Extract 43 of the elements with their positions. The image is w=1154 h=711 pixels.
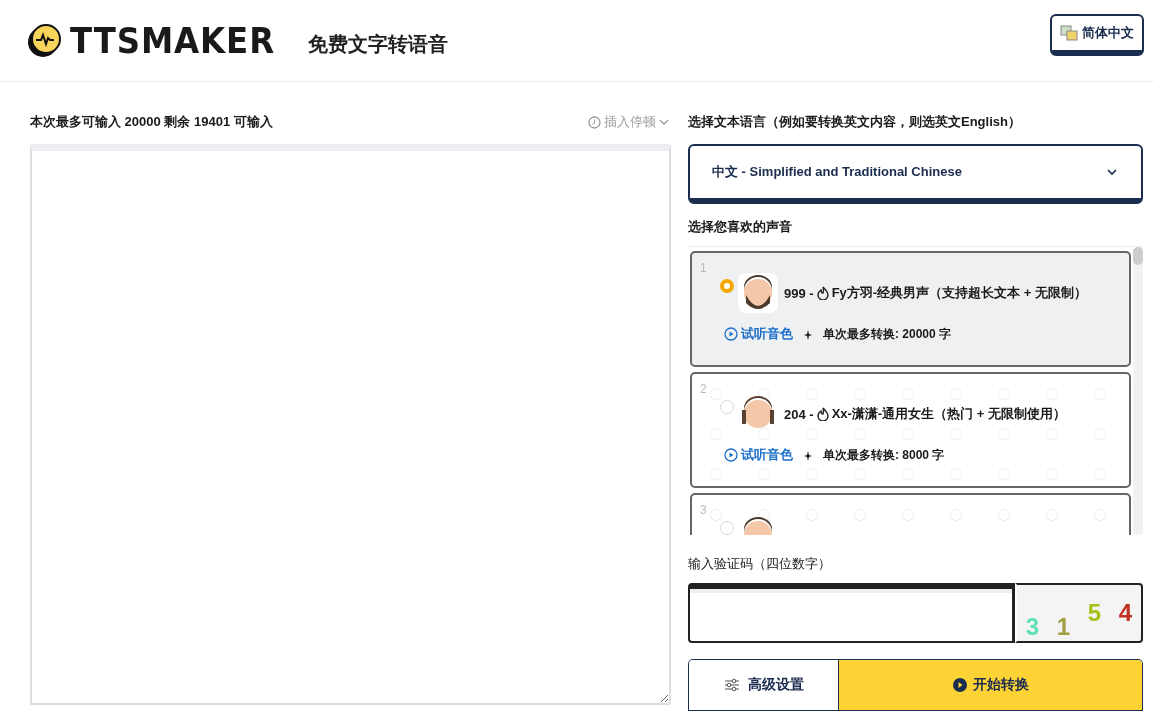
voice-card[interactable]: 2 204 - Xx-潇潇-通用女生（热门 + 无限制使用） 试听音色 单次最多转换: 8000 字	[690, 372, 1131, 488]
preview-button[interactable]: 试听音色	[724, 446, 793, 464]
voice-title: Fy方羽-经典男声（支持超长文本 + 无限制）	[831, 284, 1087, 302]
card-number: 3	[700, 503, 707, 517]
scrollbar[interactable]	[1133, 247, 1143, 535]
logo-text: TTSMAKER	[70, 20, 275, 61]
character-limit: 单次最多转换: 8000 字	[823, 446, 945, 464]
logo-icon	[28, 23, 62, 58]
voice-id: 204 -	[784, 406, 814, 422]
flame-icon	[815, 407, 830, 421]
character-limit: 单次最多转换: 20000 字	[823, 325, 952, 343]
clock-icon	[588, 115, 601, 129]
character-counter: 本次最多可输入 20000 剩余 19401 可输入	[30, 113, 273, 131]
flame-icon	[815, 286, 830, 300]
play-icon	[724, 327, 738, 341]
captcha-digit: 3	[1025, 613, 1040, 641]
radio-button[interactable]	[720, 400, 734, 414]
language-label: 选择文本语言（例如要转换英文内容，则选英文English）	[688, 113, 1021, 131]
play-icon	[952, 678, 967, 692]
convert-button[interactable]: 开始转换	[839, 660, 1142, 710]
tagline: 免费文字转语音	[307, 32, 448, 57]
language-value: 中文 - Simplified and Traditional Chinese	[712, 163, 962, 181]
language-select[interactable]: 中文 - Simplified and Traditional Chinese	[688, 144, 1143, 204]
captcha-input[interactable]	[688, 583, 1015, 643]
chevron-down-icon	[659, 118, 669, 126]
voice-label: 选择您喜欢的声音	[688, 218, 793, 236]
captcha-digit: 4	[1118, 599, 1133, 627]
captcha-digit: 5	[1087, 599, 1102, 627]
text-input-area[interactable]	[30, 144, 671, 705]
radio-button[interactable]	[720, 279, 734, 293]
play-icon	[724, 448, 738, 462]
radio-button[interactable]	[720, 521, 734, 535]
chevron-down-icon	[1107, 168, 1117, 176]
settings-button[interactable]: 高级设置	[689, 660, 839, 710]
captcha-label: 输入验证码（四位数字）	[688, 555, 832, 573]
card-number: 2	[700, 382, 707, 396]
language-button[interactable]: 简体中文	[1050, 13, 1144, 56]
voice-title: Xx-潇潇-通用女生（热门 + 无限制使用）	[831, 405, 1066, 423]
translate-icon	[1060, 24, 1078, 41]
voice-id: 999 -	[784, 285, 814, 301]
sliders-icon	[723, 678, 740, 692]
captcha-digit: 1	[1056, 613, 1071, 641]
preview-button[interactable]: 试听音色	[724, 325, 793, 343]
